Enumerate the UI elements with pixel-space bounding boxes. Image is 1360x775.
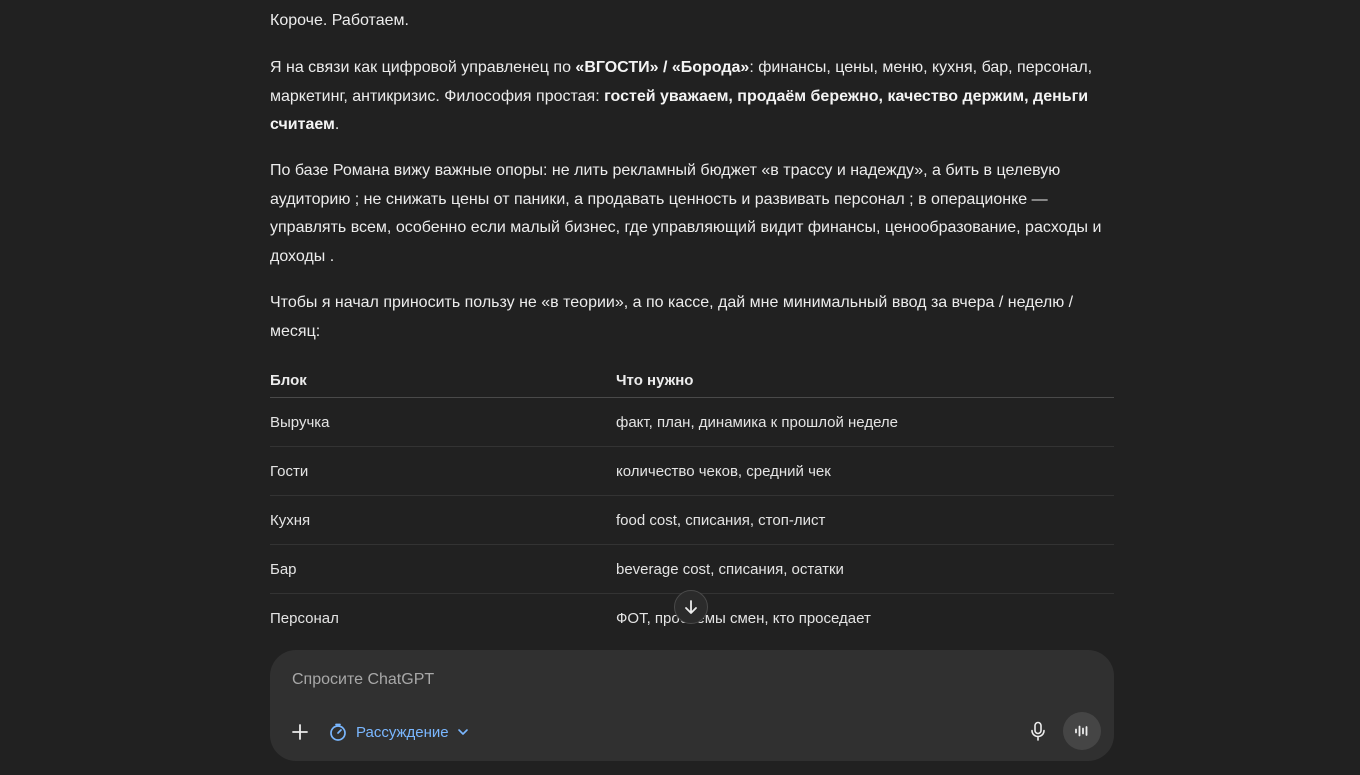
text-span: Я на связи как цифровой управленец по (270, 59, 576, 76)
message-paragraph: По базе Романа вижу важные опоры: не лит… (270, 162, 1102, 265)
table-cell: beverage cost, списания, остатки (616, 544, 1114, 594)
table-cell: факт, план, динамика к прошлой неделе (616, 397, 1114, 447)
table-row: Кухня food cost, списания, стоп-лист (270, 495, 1114, 545)
add-attachment-button[interactable] (286, 718, 314, 746)
message-paragraph: Короче. Работаем. (270, 12, 409, 29)
message-paragraph: Я на связи как цифровой управленец по «В… (270, 54, 1114, 140)
table-cell: Кухня (270, 495, 616, 545)
table-row: Гости количество чеков, средний чек (270, 446, 1114, 496)
dictate-button[interactable] (1024, 717, 1052, 745)
table-header-row: Блок Что нужно (270, 364, 1114, 398)
table-row: Выручка факт, план, динамика к прошлой н… (270, 397, 1114, 447)
scroll-to-bottom-button[interactable] (674, 590, 708, 624)
composer: Рассуждение (270, 650, 1114, 761)
text-span: . (334, 116, 340, 133)
voice-waveform-icon (1075, 725, 1088, 737)
table-row: Бар beverage cost, списания, остатки (270, 544, 1114, 594)
chevron-down-icon (457, 729, 468, 735)
plus-icon (292, 724, 308, 740)
reasoning-label: Рассуждение (356, 723, 449, 741)
table-cell: Гости (270, 446, 616, 496)
timer-icon (330, 723, 346, 741)
column-header-block: Блок (270, 364, 616, 398)
table-cell: Бар (270, 544, 616, 594)
arrow-down-icon (685, 600, 697, 614)
message-paragraph: Чтобы я начал приносить пользу не «в тео… (270, 294, 1074, 340)
bold-text: «ВГОСТИ» / «Борода» (575, 59, 750, 76)
table-cell: food cost, списания, стоп-лист (616, 495, 1114, 545)
voice-mode-button[interactable] (1063, 712, 1101, 750)
prompt-input[interactable] (292, 671, 1052, 689)
table-cell: Персонал (270, 593, 616, 643)
table-cell: количество чеков, средний чек (616, 446, 1114, 496)
table-cell: Выручка (270, 397, 616, 447)
reasoning-toggle-button[interactable]: Рассуждение (328, 718, 469, 746)
microphone-icon (1031, 721, 1045, 741)
column-header-needs: Что нужно (616, 364, 1114, 398)
